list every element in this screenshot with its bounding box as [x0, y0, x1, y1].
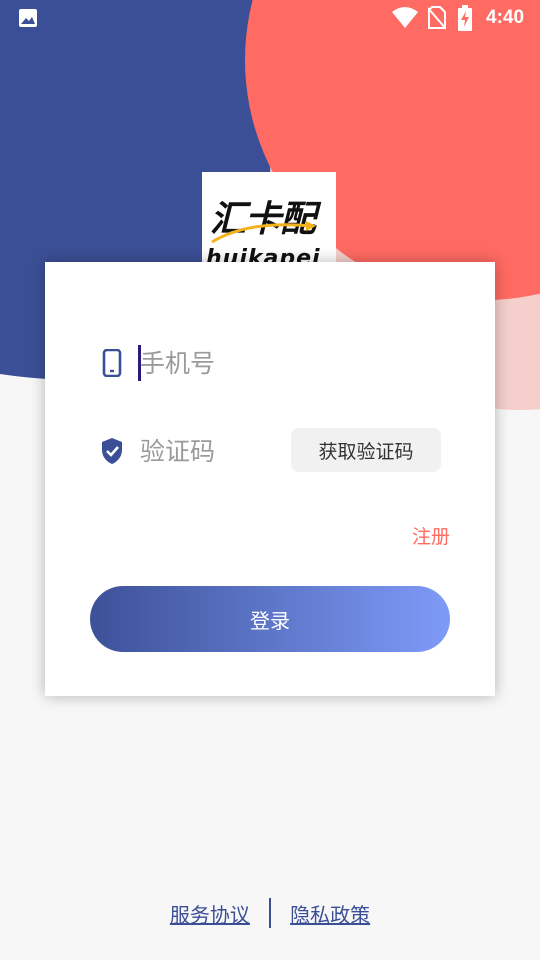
status-time: 4:40	[486, 7, 525, 28]
wifi-icon	[392, 7, 418, 28]
login-screen: 4:40 汇卡配 huikapei 获取验证码 注册	[0, 0, 540, 960]
shield-check-icon	[102, 438, 122, 464]
login-card: 获取验证码 注册 登录	[45, 262, 495, 696]
code-row: 获取验证码	[100, 427, 450, 475]
privacy-policy-link[interactable]: 隐私政策	[290, 899, 370, 928]
gallery-icon	[19, 9, 37, 27]
login-button[interactable]: 登录	[90, 586, 450, 652]
register-link[interactable]: 注册	[412, 522, 450, 549]
phone-input[interactable]	[140, 345, 280, 381]
get-code-button[interactable]: 获取验证码	[291, 428, 441, 472]
sim-disabled-icon	[428, 6, 446, 30]
footer-divider	[269, 898, 271, 928]
service-agreement-link[interactable]: 服务协议	[170, 899, 250, 928]
code-input[interactable]	[140, 433, 280, 469]
phone-icon	[102, 349, 122, 377]
status-bar: 4:40	[0, 0, 540, 36]
battery-charging-icon	[458, 5, 472, 31]
phone-row	[100, 339, 450, 387]
logo-swoosh-icon	[211, 221, 316, 244]
footer-links: 服务协议 隐私政策	[0, 898, 540, 934]
